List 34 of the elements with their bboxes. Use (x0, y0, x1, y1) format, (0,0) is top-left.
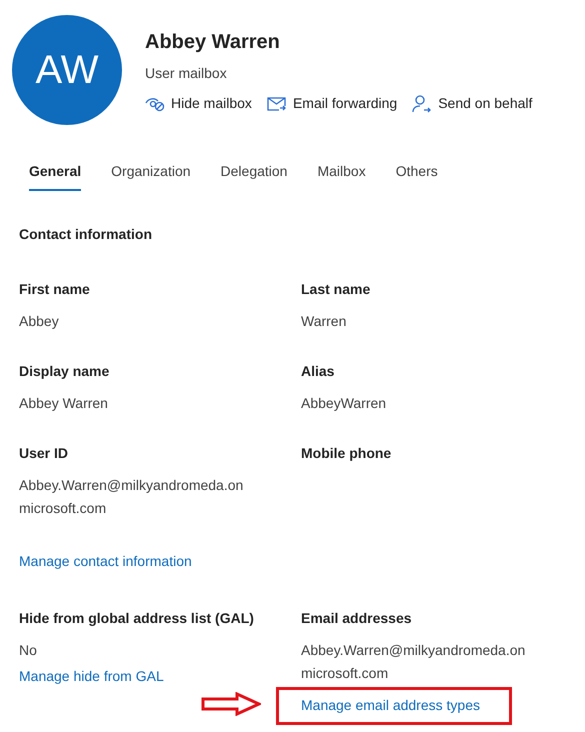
tab[interactable]: Others (386, 161, 448, 192)
field-value: AbbeyWarren (301, 394, 388, 413)
field-label: Email addresses (301, 609, 413, 628)
tab[interactable]: Organization (101, 161, 201, 192)
field-label: Last name (301, 280, 372, 299)
tab[interactable]: General (19, 161, 92, 192)
tab[interactable]: Delegation (210, 161, 298, 192)
link[interactable]: Manage email address types (301, 697, 480, 713)
field-label: Display name (19, 362, 110, 381)
field-label: Hide from global address list (GAL) (19, 609, 255, 628)
action-button[interactable]: Hide mailbox (145, 93, 252, 114)
person-arrow-icon (412, 94, 432, 112)
field-label: User ID (19, 444, 70, 463)
field-value: No (19, 641, 38, 660)
action-button[interactable]: Email forwarding (266, 93, 398, 114)
field-label: Alias (301, 362, 336, 381)
field-label: Mobile phone (301, 444, 392, 463)
field-value: Warren (301, 312, 348, 331)
arrow-icon (201, 692, 261, 716)
field-value: Abbey Warren (19, 394, 109, 413)
user-name: Abbey Warren (145, 30, 281, 55)
field-value: Abbey.Warren@milkyandromeda.onmicrosoft.com (19, 476, 244, 518)
section-title: Contact information (19, 225, 153, 244)
envelope-arrow-icon (266, 96, 287, 110)
field-value: Abbey.Warren@milkyandromeda.onmicrosoft.com (301, 641, 526, 683)
mailbox-type: User mailbox (145, 64, 228, 83)
eye-slash-icon (145, 96, 165, 112)
link[interactable]: Manage hide from GAL (19, 668, 164, 684)
avatar: AW (12, 15, 122, 125)
link[interactable]: Manage contact information (19, 553, 192, 569)
field-value: Abbey (19, 312, 60, 331)
action-button[interactable]: Send on behalf (412, 93, 532, 114)
tab[interactable]: Mailbox (307, 161, 376, 192)
field-label: First name (19, 280, 91, 299)
